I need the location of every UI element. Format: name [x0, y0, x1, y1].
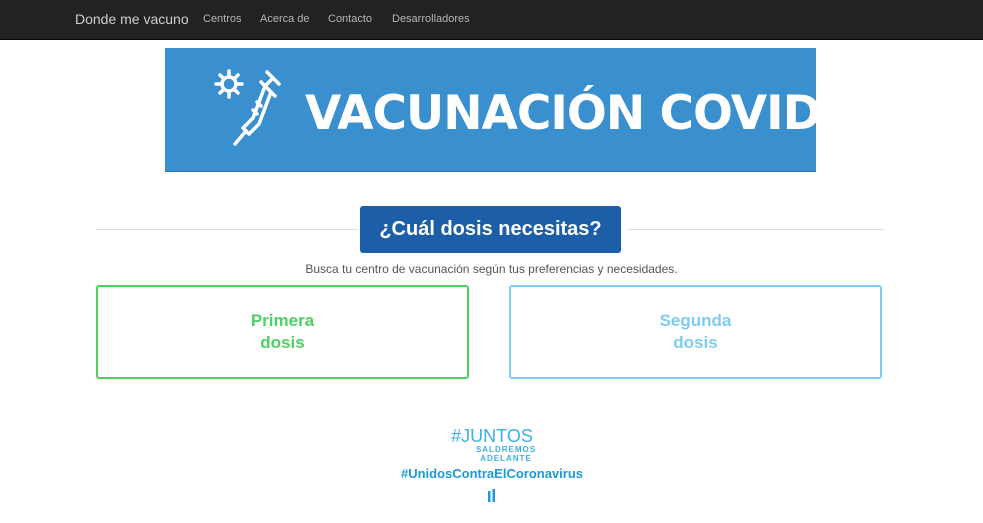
- top-navbar: Donde me vacuno Centros Acerca de Contac…: [0, 0, 983, 40]
- vaccination-banner: VACUNACIÓN COVID: [165, 48, 822, 172]
- syringe-virus-icon: [214, 69, 281, 146]
- dose-question-heading: ¿Cuál dosis necesitas?: [360, 206, 621, 253]
- second-dose-line2: dosis: [673, 333, 718, 352]
- saldremos-text: SALDREMOS: [475, 445, 537, 454]
- juntos-text: #JUNTOS: [451, 426, 533, 446]
- nav-link-centros[interactable]: Centros: [203, 13, 242, 25]
- adelante-text: ADELANTE: [480, 454, 532, 463]
- logo-marks-icon: [488, 489, 495, 502]
- first-dose-button[interactable]: Primera dosis: [96, 285, 469, 379]
- first-dose-line2: dosis: [260, 333, 305, 352]
- nav-link-acerca-de[interactable]: Acerca de: [260, 13, 310, 25]
- first-dose-line1: Primera: [250, 311, 315, 330]
- nav-link-desarrolladores[interactable]: Desarrolladores: [392, 13, 470, 25]
- unidos-hashtag: #UnidosContraElCoronavirus: [400, 466, 584, 481]
- subtitle-text: Busca tu centro de vacunación según tus …: [305, 262, 678, 276]
- nav-link-contacto[interactable]: Contacto: [328, 13, 372, 25]
- banner-title: VACUNACIÓN COVID: [305, 86, 822, 141]
- juntos-logo: #JUNTOS SALDREMOS ADELANTE #UnidosContra…: [388, 426, 596, 482]
- brand-link[interactable]: Donde me vacuno: [75, 11, 189, 27]
- divider-right: [628, 229, 884, 230]
- second-dose-line1: Segunda: [659, 311, 732, 330]
- divider-left: [96, 229, 358, 230]
- second-dose-button[interactable]: Segunda dosis: [509, 285, 882, 379]
